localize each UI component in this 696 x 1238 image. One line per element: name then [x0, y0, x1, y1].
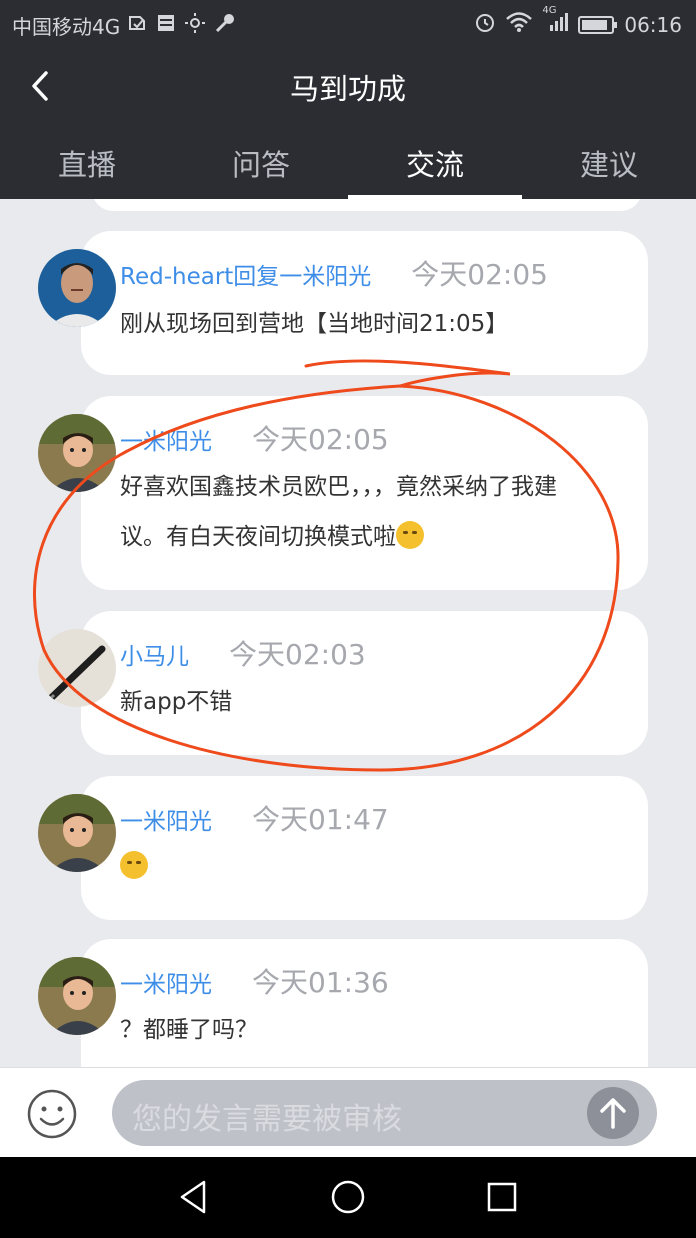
emoji-button[interactable]	[26, 1088, 78, 1140]
author-name[interactable]: 一米阳光	[120, 802, 212, 836]
message-feed[interactable]: Red-heart 回复 一米阳光 今天02:05 刚从现场回到营地【当地时间2…	[0, 199, 696, 1067]
message-header: 一米阳光 今天01:47	[120, 798, 389, 838]
tab-bar: 直播 问答 交流 建议	[0, 122, 696, 199]
system-nav-bar	[0, 1157, 696, 1238]
page-title: 马到功成	[289, 72, 406, 106]
app-header: 马到功成	[0, 50, 696, 122]
message-text: 好喜欢国鑫技术员欧巴，，，竟然采纳了我建 议。有白天夜间切换模式啦	[120, 462, 630, 562]
message-card: 一米阳光 今天01:36 ？都睡了吗？	[81, 939, 648, 1067]
smiley-icon	[27, 1089, 77, 1139]
nav-recents-button[interactable]	[482, 1177, 522, 1217]
status-bar: 中国移动4G 4G 06:16	[0, 0, 696, 50]
signal-icon: 4G	[542, 5, 569, 38]
reply-word: 回复	[233, 264, 280, 290]
back-triangle-icon	[180, 1180, 206, 1214]
avatar[interactable]	[38, 794, 116, 872]
message-time: 今天01:47	[252, 803, 389, 836]
kissing-face-emoji	[396, 521, 424, 549]
battery-icon	[578, 15, 618, 34]
avatar[interactable]	[38, 629, 116, 707]
arrow-up-icon	[600, 1098, 626, 1129]
avatar[interactable]	[38, 249, 116, 327]
comment-input[interactable]: 您的发言需要被审核	[112, 1080, 657, 1146]
message-line: 新app不错	[120, 689, 233, 715]
alarm-icon	[474, 11, 496, 38]
tab-qa[interactable]: 问答	[174, 122, 348, 199]
message-text: ？都睡了吗？	[120, 1005, 630, 1055]
author-name[interactable]: 小马儿	[120, 637, 189, 671]
message-text: 刚从现场回到营地【当地时间21:05】	[120, 299, 630, 349]
wifi-icon	[506, 11, 533, 38]
network-badge: 4G	[542, 5, 557, 16]
grinning-face-emoji	[120, 851, 148, 879]
clock: 06:16	[624, 12, 682, 37]
tab-suggestions[interactable]: 建议	[522, 122, 696, 199]
nav-home-button[interactable]	[328, 1177, 368, 1217]
message-line: 好喜欢国鑫技术员欧巴，，，竟然采纳了我建	[120, 474, 557, 500]
message-header: 一米阳光 今天01:36	[120, 961, 389, 1001]
avatar[interactable]	[38, 414, 116, 492]
message-header: 一米阳光 今天02:05	[120, 418, 389, 458]
message-time: 今天02:05	[252, 423, 389, 456]
storage-icon	[156, 13, 176, 38]
message-card: 一米阳光 今天02:05 好喜欢国鑫技术员欧巴，，，竟然采纳了我建 议。有白天夜…	[81, 396, 648, 590]
message-line: 议。有白天夜间切换模式啦	[120, 524, 396, 550]
message-header: 小马儿 今天02:03	[120, 633, 366, 673]
message-text: 新app不错	[120, 677, 630, 727]
send-button[interactable]	[587, 1087, 639, 1139]
reply-target-name[interactable]: 一米阳光	[279, 257, 371, 291]
home-circle-icon	[331, 1180, 365, 1214]
brightness-icon	[184, 12, 206, 39]
message-line: 刚从现场回到营地【当地时间21:05】	[120, 311, 509, 337]
nav-back-button[interactable]	[174, 1177, 214, 1217]
message-card-partial	[92, 199, 642, 211]
carrier-label: 中国移动4G	[12, 15, 121, 39]
author-name[interactable]: 一米阳光	[120, 965, 212, 999]
message-time: 今天01:36	[252, 966, 389, 999]
recents-square-icon	[487, 1182, 517, 1212]
message-card: Red-heart 回复 一米阳光 今天02:05 刚从现场回到营地【当地时间2…	[81, 231, 648, 375]
message-line: ？都睡了吗？	[120, 1017, 258, 1043]
message-card: 小马儿 今天02:03 新app不错	[81, 611, 648, 755]
message-card: 一米阳光 今天01:47	[81, 776, 648, 920]
message-header: Red-heart 回复 一米阳光 今天02:05	[120, 253, 548, 293]
author-name[interactable]: 一米阳光	[120, 422, 212, 456]
tab-chat[interactable]: 交流	[348, 122, 522, 199]
message-time: 今天02:05	[411, 258, 548, 291]
comment-input-bar: 您的发言需要被审核	[0, 1067, 696, 1157]
message-line-2: 议。有白天夜间切换模式啦	[120, 512, 630, 562]
tab-live[interactable]: 直播	[0, 122, 174, 199]
author-name[interactable]: Red-heart	[120, 264, 233, 290]
message-time: 今天02:03	[229, 638, 366, 671]
avatar[interactable]	[38, 957, 116, 1035]
message-text	[120, 842, 630, 892]
key-icon	[214, 12, 236, 39]
sim-icon	[128, 14, 148, 37]
input-placeholder: 您的发言需要被审核	[132, 1102, 402, 1137]
